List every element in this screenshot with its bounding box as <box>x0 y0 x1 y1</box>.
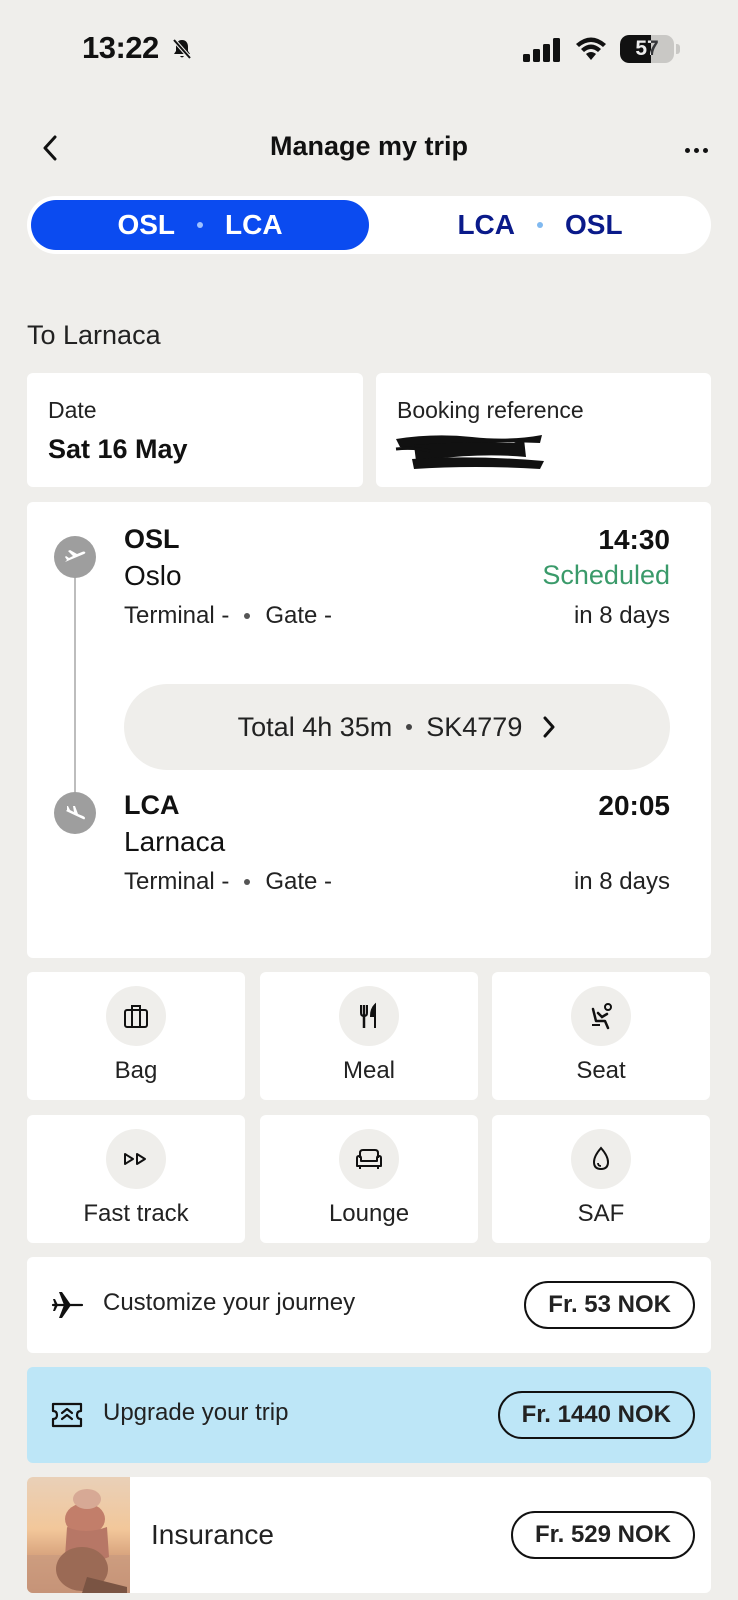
departure-code: OSL <box>124 524 180 554</box>
flight-status: Scheduled <box>542 560 670 590</box>
bag-icon <box>106 986 166 1046</box>
fast-track-icon <box>106 1129 166 1189</box>
customize-journey-label: Customize your journey <box>103 1289 356 1316</box>
flight-details-card: OSL Oslo Terminal - Gate - 14:30 Schedul… <box>27 502 711 958</box>
route-dot <box>197 222 203 228</box>
upgrade-trip-row[interactable]: Upgrade your trip Fr. 1440 NOK <box>27 1367 711 1463</box>
route-selector: OSL LCA LCA OSL <box>27 196 711 254</box>
more-options-button[interactable] <box>676 138 716 162</box>
service-tile-seat[interactable]: Seat <box>492 972 710 1100</box>
service-label: Seat <box>576 1057 626 1084</box>
arrival-code: LCA <box>124 790 180 820</box>
service-tile-saf[interactable]: SAF <box>492 1115 710 1243</box>
page-title: Manage my trip <box>269 131 469 161</box>
arrival-relative-day: in 8 days <box>573 868 670 895</box>
seat-icon <box>571 986 631 1046</box>
arrival-time: 20:05 <box>598 790 670 821</box>
timeline-line <box>74 564 76 800</box>
meal-icon <box>339 986 399 1046</box>
battery-cap <box>676 44 680 54</box>
arrival-plane-icon <box>54 792 96 834</box>
takeoff-icon <box>65 550 86 562</box>
total-duration: Total 4h 35m <box>237 711 393 742</box>
service-label: SAF <box>577 1200 625 1227</box>
wifi-icon <box>576 37 606 60</box>
date-label: Date <box>48 397 97 423</box>
service-tile-lounge[interactable]: Lounge <box>260 1115 478 1243</box>
insurance-photo <box>27 1477 130 1593</box>
battery-level: 57 <box>635 37 659 60</box>
service-label: Lounge <box>328 1200 410 1227</box>
tab-return[interactable]: LCA OSL <box>373 200 707 250</box>
date-card: Date Sat 16 May <box>27 373 363 487</box>
service-label: Meal <box>342 1057 396 1084</box>
tab-outbound[interactable]: OSL LCA <box>31 200 369 250</box>
booking-reference-label: Booking reference <box>397 397 584 423</box>
departure-city: Oslo <box>124 560 182 591</box>
separator-dot <box>244 879 251 885</box>
upgrade-trip-label: Upgrade your trip <box>103 1399 289 1426</box>
service-tile-meal[interactable]: Meal <box>260 972 478 1100</box>
tab-return-to: OSL <box>564 209 623 240</box>
departure-time: 14:30 <box>598 524 670 555</box>
booking-reference-card[interactable]: Booking reference <box>376 373 711 487</box>
bell-off-icon <box>172 38 192 60</box>
saf-icon <box>571 1129 631 1189</box>
airplane-icon <box>49 1287 85 1323</box>
tab-return-from: LCA <box>457 209 515 240</box>
service-tile-bag[interactable]: Bag <box>27 972 245 1100</box>
insurance-label: Insurance <box>151 1519 274 1550</box>
customize-journey-row[interactable]: Customize your journey Fr. 53 NOK <box>27 1257 711 1353</box>
departure-terminal: Terminal - <box>124 602 230 629</box>
status-time: 13:22 <box>82 30 159 65</box>
service-label: Bag <box>114 1057 158 1084</box>
departure-gate: Gate - <box>265 602 333 629</box>
separator-dot <box>244 613 251 619</box>
service-label: Fast track <box>83 1200 189 1227</box>
battery-indicator: 57 <box>620 35 674 63</box>
service-tile-fast-track[interactable]: Fast track <box>27 1115 245 1243</box>
chevron-right-icon <box>542 716 556 738</box>
departure-plane-icon <box>54 536 96 578</box>
departure-relative-day: in 8 days <box>573 602 670 629</box>
tab-outbound-to: LCA <box>225 209 283 240</box>
insurance-row[interactable]: Insurance Fr. 529 NOK <box>27 1477 711 1593</box>
arrival-terminal: Terminal - <box>124 868 230 895</box>
flight-number: SK4779 <box>426 711 523 742</box>
status-bar: 13:22 57 <box>0 0 738 100</box>
arrival-gate: Gate - <box>265 868 333 895</box>
upgrade-price-button[interactable]: Fr. 1440 NOK <box>497 1391 695 1439</box>
upgrade-ticket-icon <box>49 1397 85 1433</box>
customize-price-button[interactable]: Fr. 53 NOK <box>524 1281 695 1329</box>
destination-heading: To Larnaca <box>27 320 161 350</box>
more-dot <box>702 147 708 153</box>
arrival-city: Larnaca <box>124 826 226 857</box>
route-dot <box>536 222 543 228</box>
cellular-signal-icon <box>523 38 560 62</box>
lounge-icon <box>339 1129 399 1189</box>
landing-icon <box>66 806 85 820</box>
tab-outbound-from: OSL <box>117 209 175 240</box>
separator-dot <box>406 724 413 730</box>
more-dot <box>684 147 690 153</box>
date-value: Sat 16 May <box>48 434 188 464</box>
redacted-booking-reference <box>395 435 544 469</box>
more-dot <box>693 147 699 153</box>
insurance-price-button[interactable]: Fr. 529 NOK <box>510 1511 695 1559</box>
flight-duration-pill[interactable]: Total 4h 35m SK4779 <box>124 684 670 770</box>
departure-meta: Terminal - Gate - <box>124 602 332 630</box>
arrival-meta: Terminal - Gate - <box>124 868 332 896</box>
